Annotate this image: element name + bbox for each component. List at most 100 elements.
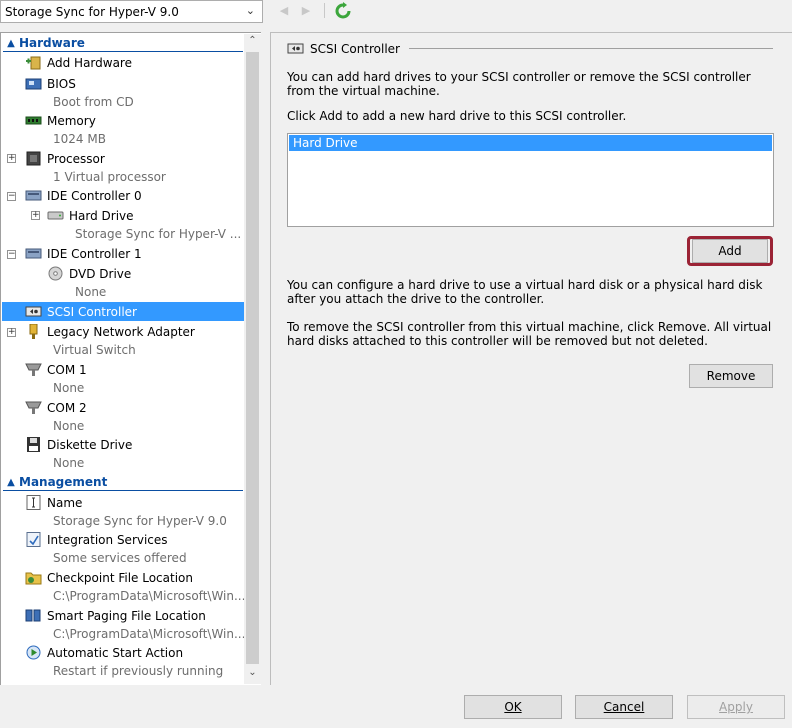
tree-item-label: Automatic Start Action	[47, 645, 184, 660]
collapse-tree-icon[interactable]: −	[7, 250, 16, 259]
smart-paging-icon	[25, 609, 41, 622]
tree-item-add-hardware[interactable]: Add Hardware	[25, 53, 132, 72]
tree-item-sub: Storage Sync for Hyper-V 9.0	[53, 514, 227, 528]
drive-type-list[interactable]: Hard Drive	[287, 133, 774, 227]
tree-item-label: Checkpoint File Location	[47, 570, 193, 585]
expand-icon[interactable]: +	[7, 328, 16, 337]
settings-tree: ▲ Hardware Add Hardware BIOS Boot from C…	[0, 32, 261, 685]
collapse-icon[interactable]: ▲	[3, 477, 19, 488]
dialog-footer: OK Cancel Apply	[0, 685, 792, 728]
ok-button[interactable]: OK	[464, 695, 562, 719]
hard-drive-icon	[47, 211, 64, 220]
management-section-title: Management	[19, 475, 108, 489]
tree-item-processor[interactable]: Processor	[25, 149, 105, 168]
cancel-button[interactable]: Cancel	[575, 695, 673, 719]
management-section-header[interactable]: ▲ Management	[3, 473, 243, 491]
cancel-button-label: Cancel	[603, 700, 645, 714]
ok-button-label: OK	[504, 700, 522, 714]
forward-icon[interactable]: ▶	[298, 3, 314, 19]
hardware-section-title: Hardware	[19, 36, 85, 50]
vm-select-dropdown[interactable]: Storage Sync for Hyper-V 9.0 ⌄	[0, 0, 263, 23]
tree-item-label: Diskette Drive	[47, 437, 133, 452]
click-add-text: Click Add to add a new hard drive to thi…	[287, 109, 627, 123]
detail-panel: SCSI Controller You can add hard drives …	[270, 32, 792, 685]
automatic-start-icon	[26, 645, 41, 660]
tree-item-bios[interactable]: BIOS	[25, 74, 76, 93]
tree-item-label: COM 1	[47, 362, 87, 377]
tree-item-sub: None	[53, 381, 85, 395]
tree-item-label: IDE Controller 1	[47, 246, 142, 261]
tree-item-sub: None	[75, 285, 107, 299]
tree-item-label: Integration Services	[47, 532, 168, 547]
checkpoint-folder-icon	[25, 572, 42, 585]
tree-item-sub: Virtual Switch	[53, 343, 136, 357]
tree-item-sub: C:\ProgramData\Microsoft\Win...	[53, 627, 246, 641]
tree-item-scsi-controller[interactable]: SCSI Controller	[25, 302, 137, 321]
tree-item-smart-paging-file-location[interactable]: Smart Paging File Location	[25, 606, 206, 625]
tree-item-label: BIOS	[47, 76, 76, 91]
tree-item-memory[interactable]: Memory	[25, 111, 96, 130]
com-port-icon	[25, 401, 42, 414]
tree-scrollbar[interactable]: ⌃ ⌄	[244, 34, 261, 684]
tree-item-com2[interactable]: COM 2	[25, 398, 87, 417]
tree-item-label: DVD Drive	[69, 266, 132, 281]
vm-select-value: Storage Sync for Hyper-V 9.0	[5, 4, 179, 19]
tree-item-hard-drive[interactable]: Hard Drive	[47, 206, 134, 225]
remove-button-label: Remove	[706, 369, 756, 383]
tree-item-label: SCSI Controller	[47, 304, 137, 319]
tree-item-legacy-network-adapter[interactable]: Legacy Network Adapter	[25, 322, 195, 341]
integration-services-icon	[26, 532, 41, 547]
scrollbar-thumb[interactable]	[246, 52, 259, 664]
tree-item-label: Add Hardware	[47, 55, 132, 70]
scroll-down-icon[interactable]: ⌄	[244, 667, 261, 683]
detail-title: SCSI Controller	[287, 41, 400, 56]
scsi-controller-icon	[287, 43, 304, 54]
ide-controller-icon	[25, 190, 42, 201]
network-adapter-icon	[29, 324, 38, 339]
tree-item-sub: Boot from CD	[53, 95, 134, 109]
tree-item-label: Hard Drive	[69, 208, 134, 223]
dvd-icon	[48, 266, 63, 281]
processor-icon	[26, 151, 41, 166]
memory-icon	[25, 116, 42, 125]
tree-item-label: Name	[47, 495, 83, 510]
remove-button[interactable]: Remove	[689, 364, 773, 388]
title-divider	[409, 48, 773, 49]
tree-item-dvd-drive[interactable]: DVD Drive	[47, 264, 131, 283]
scroll-up-icon[interactable]: ⌃	[244, 35, 261, 51]
drive-type-list-item[interactable]: Hard Drive	[289, 135, 772, 151]
intro-text: You can add hard drives to your SCSI con…	[287, 70, 751, 98]
tree-item-label: COM 2	[47, 400, 87, 415]
tree-item-sub: None	[53, 419, 85, 433]
collapse-icon[interactable]: ▲	[3, 38, 19, 49]
refresh-icon[interactable]	[334, 2, 352, 20]
detail-title-text: SCSI Controller	[310, 41, 400, 56]
add-button-label: Add	[718, 244, 742, 258]
tree-item-sub: 1024 MB	[53, 132, 106, 146]
hardware-section-header[interactable]: ▲ Hardware	[3, 34, 243, 52]
tree-item-label: Memory	[47, 113, 96, 128]
tree-item-automatic-start-action[interactable]: Automatic Start Action	[25, 643, 183, 662]
apply-button[interactable]: Apply	[687, 695, 785, 719]
tree-item-sub: Some services offered	[53, 551, 187, 565]
tree-item-checkpoint-file-location[interactable]: Checkpoint File Location	[25, 568, 193, 587]
tree-item-name[interactable]: Name	[25, 493, 82, 512]
tree-item-ide-controller-0[interactable]: IDE Controller 0	[25, 186, 142, 205]
tree-item-label: Processor	[47, 151, 105, 166]
chevron-down-icon[interactable]: ⌄	[246, 4, 255, 17]
tree-item-ide-controller-1[interactable]: IDE Controller 1	[25, 244, 142, 263]
tree-item-diskette-drive[interactable]: Diskette Drive	[25, 435, 132, 454]
expand-icon[interactable]: +	[7, 154, 16, 163]
com-port-icon	[25, 363, 42, 376]
collapse-tree-icon[interactable]: −	[7, 192, 16, 201]
ide-controller-icon	[25, 248, 42, 259]
apply-button-label: Apply	[719, 700, 753, 714]
diskette-icon	[27, 437, 40, 452]
tree-item-integration-services[interactable]: Integration Services	[25, 530, 168, 549]
back-icon[interactable]: ◀	[276, 3, 292, 19]
expand-icon[interactable]: +	[31, 211, 40, 220]
add-button[interactable]: Add	[692, 239, 768, 263]
toolbar-separator	[324, 3, 325, 18]
tree-item-com1[interactable]: COM 1	[25, 360, 87, 379]
tree-item-sub: Restart if previously running	[53, 664, 224, 678]
